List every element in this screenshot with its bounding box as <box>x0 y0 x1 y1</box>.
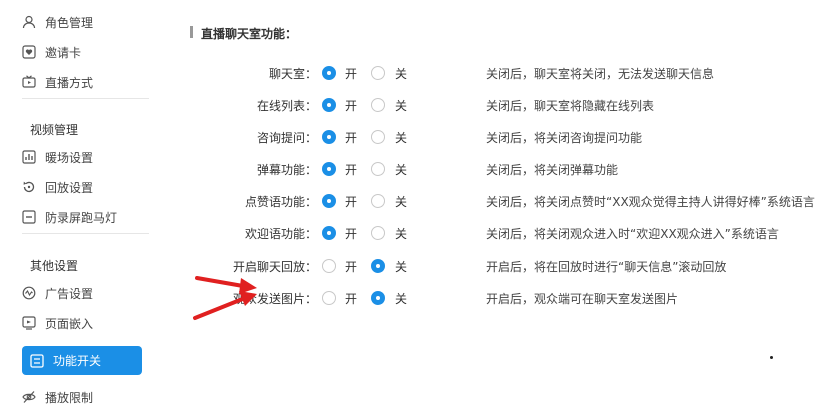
replay-icon <box>22 180 36 194</box>
sidebar-item-label: 回放设置 <box>45 180 94 195</box>
setting-row: 弹幕功能： 开 关 关闭后，将关闭弹幕功能 <box>165 159 831 179</box>
radio-on[interactable] <box>322 291 336 305</box>
radio-off-label[interactable]: 关 <box>395 290 407 307</box>
setting-label: 欢迎语功能： <box>244 227 317 241</box>
sidebar-item-label: 防录屏跑马灯 <box>45 210 118 225</box>
sidebar-item-label: 功能开关 <box>53 354 102 368</box>
radio-on-label[interactable]: 开 <box>345 193 357 210</box>
invite-card-icon <box>22 45 36 59</box>
setting-label: 咨询提问： <box>256 131 317 145</box>
sidebar-item-playback-limit[interactable]: 播放限制 <box>22 384 93 410</box>
setting-label: 聊天室： <box>268 67 317 81</box>
radio-off[interactable] <box>371 66 385 80</box>
setting-row: 在线列表： 开 关 关闭后，聊天室将隐藏在线列表 <box>165 95 831 115</box>
setting-description: 关闭后，将关闭弹幕功能 <box>486 163 619 177</box>
radio-off-label[interactable]: 关 <box>395 161 407 178</box>
section-title-video: 视频管理 <box>30 123 79 137</box>
sidebar-item-label: 暖场设置 <box>45 150 94 165</box>
setting-row: 咨询提问： 开 关 关闭后，将关闭咨询提问功能 <box>165 127 831 147</box>
radio-on-label[interactable]: 开 <box>345 65 357 82</box>
tv-icon <box>22 75 36 89</box>
radio-on-label[interactable]: 开 <box>345 290 357 307</box>
sidebar-item-label: 角色管理 <box>45 15 94 30</box>
radio-off-label[interactable]: 关 <box>395 97 407 114</box>
sidebar-item-label: 广告设置 <box>45 286 94 301</box>
sidebar-item-feature-switch[interactable]: 功能开关 <box>22 346 142 375</box>
radio-off[interactable] <box>371 162 385 176</box>
radio-on[interactable] <box>322 259 336 273</box>
section-title-other: 其他设置 <box>30 259 79 273</box>
setting-description: 开启后，观众端可在聊天室发送图片 <box>486 292 679 306</box>
sidebar-item-role-management[interactable]: 角色管理 <box>22 9 93 35</box>
radio-on-label[interactable]: 开 <box>345 161 357 178</box>
radio-off[interactable] <box>371 259 385 273</box>
page-title: 直播聊天室功能： <box>201 27 298 41</box>
radio-off-label[interactable]: 关 <box>395 225 407 242</box>
setting-label: 点赞语功能： <box>244 195 317 209</box>
sidebar-item-invite-card[interactable]: 邀请卡 <box>22 39 81 65</box>
radio-on[interactable] <box>322 98 336 112</box>
radio-off[interactable] <box>371 98 385 112</box>
radio-on-label[interactable]: 开 <box>345 129 357 146</box>
radio-on-label[interactable]: 开 <box>345 97 357 114</box>
radio-on[interactable] <box>322 66 336 80</box>
setting-description: 关闭后，将关闭咨询提问功能 <box>486 131 643 145</box>
sidebar-item-replay[interactable]: 回放设置 <box>22 174 93 200</box>
radio-on[interactable] <box>322 162 336 176</box>
sidebar: 角色管理 邀请卡 直播方式 视频管理 暖场设置 回放设置 防录屏跑马灯 其他设置 <box>0 0 165 415</box>
radio-on-label[interactable]: 开 <box>345 258 357 275</box>
radio-on[interactable] <box>322 226 336 240</box>
sidebar-item-label: 邀请卡 <box>45 45 82 60</box>
setting-description: 关闭后，聊天室将关闭，无法发送聊天信息 <box>486 67 715 81</box>
sidebar-item-ads[interactable]: 广告设置 <box>22 280 93 306</box>
radio-off[interactable] <box>371 130 385 144</box>
radio-off[interactable] <box>371 226 385 240</box>
radio-off[interactable] <box>371 194 385 208</box>
setting-description: 关闭后，将关闭观众进入时“欢迎XX观众进入”系统语言 <box>486 227 779 241</box>
setting-row: 聊天室： 开 关 关闭后，聊天室将关闭，无法发送聊天信息 <box>165 63 831 83</box>
radio-on[interactable] <box>322 130 336 144</box>
sidebar-item-embed[interactable]: 页面嵌入 <box>22 310 93 336</box>
sidebar-divider <box>22 98 149 99</box>
cursor-dot <box>770 356 773 359</box>
switch-icon <box>30 353 44 368</box>
user-icon <box>22 15 36 29</box>
sidebar-item-marquee[interactable]: 防录屏跑马灯 <box>22 204 117 230</box>
setting-label: 在线列表： <box>256 99 317 113</box>
radio-on[interactable] <box>322 194 336 208</box>
radio-off-label[interactable]: 关 <box>395 258 407 275</box>
ad-icon <box>22 286 36 300</box>
setting-label: 弹幕功能： <box>256 163 317 177</box>
setting-description: 关闭后，聊天室将隐藏在线列表 <box>486 99 655 113</box>
sidebar-item-label: 直播方式 <box>45 75 94 90</box>
chart-icon <box>22 150 36 164</box>
radio-off-label[interactable]: 关 <box>395 129 407 146</box>
setting-row: 欢迎语功能： 开 关 关闭后，将关闭观众进入时“欢迎XX观众进入”系统语言 <box>165 223 831 243</box>
sidebar-item-warmup[interactable]: 暖场设置 <box>22 144 93 170</box>
section-marker <box>190 26 193 38</box>
embed-icon <box>22 316 36 330</box>
annotation-arrow-icon <box>193 276 257 320</box>
radio-off-label[interactable]: 关 <box>395 193 407 210</box>
sidebar-item-label: 页面嵌入 <box>45 316 94 331</box>
sidebar-divider <box>22 233 149 234</box>
setting-description: 开启后，将在回放时进行“聊天信息”滚动回放 <box>486 260 727 274</box>
eye-slash-icon <box>22 390 36 404</box>
setting-row: 点赞语功能： 开 关 关闭后，将关闭点赞时“XX观众觉得主持人讲得好棒”系统语言 <box>165 191 831 211</box>
marquee-icon <box>22 210 36 224</box>
radio-off-label[interactable]: 关 <box>395 65 407 82</box>
sidebar-item-label: 播放限制 <box>45 390 94 405</box>
sidebar-item-live-mode[interactable]: 直播方式 <box>22 69 93 95</box>
setting-description: 关闭后，将关闭点赞时“XX观众觉得主持人讲得好棒”系统语言 <box>486 195 815 209</box>
main-panel: 直播聊天室功能： 聊天室：开关关闭后，聊天室将关闭，无法发送聊天信息 在线列表：开… <box>165 0 831 415</box>
radio-on-label[interactable]: 开 <box>345 225 357 242</box>
radio-off[interactable] <box>371 291 385 305</box>
